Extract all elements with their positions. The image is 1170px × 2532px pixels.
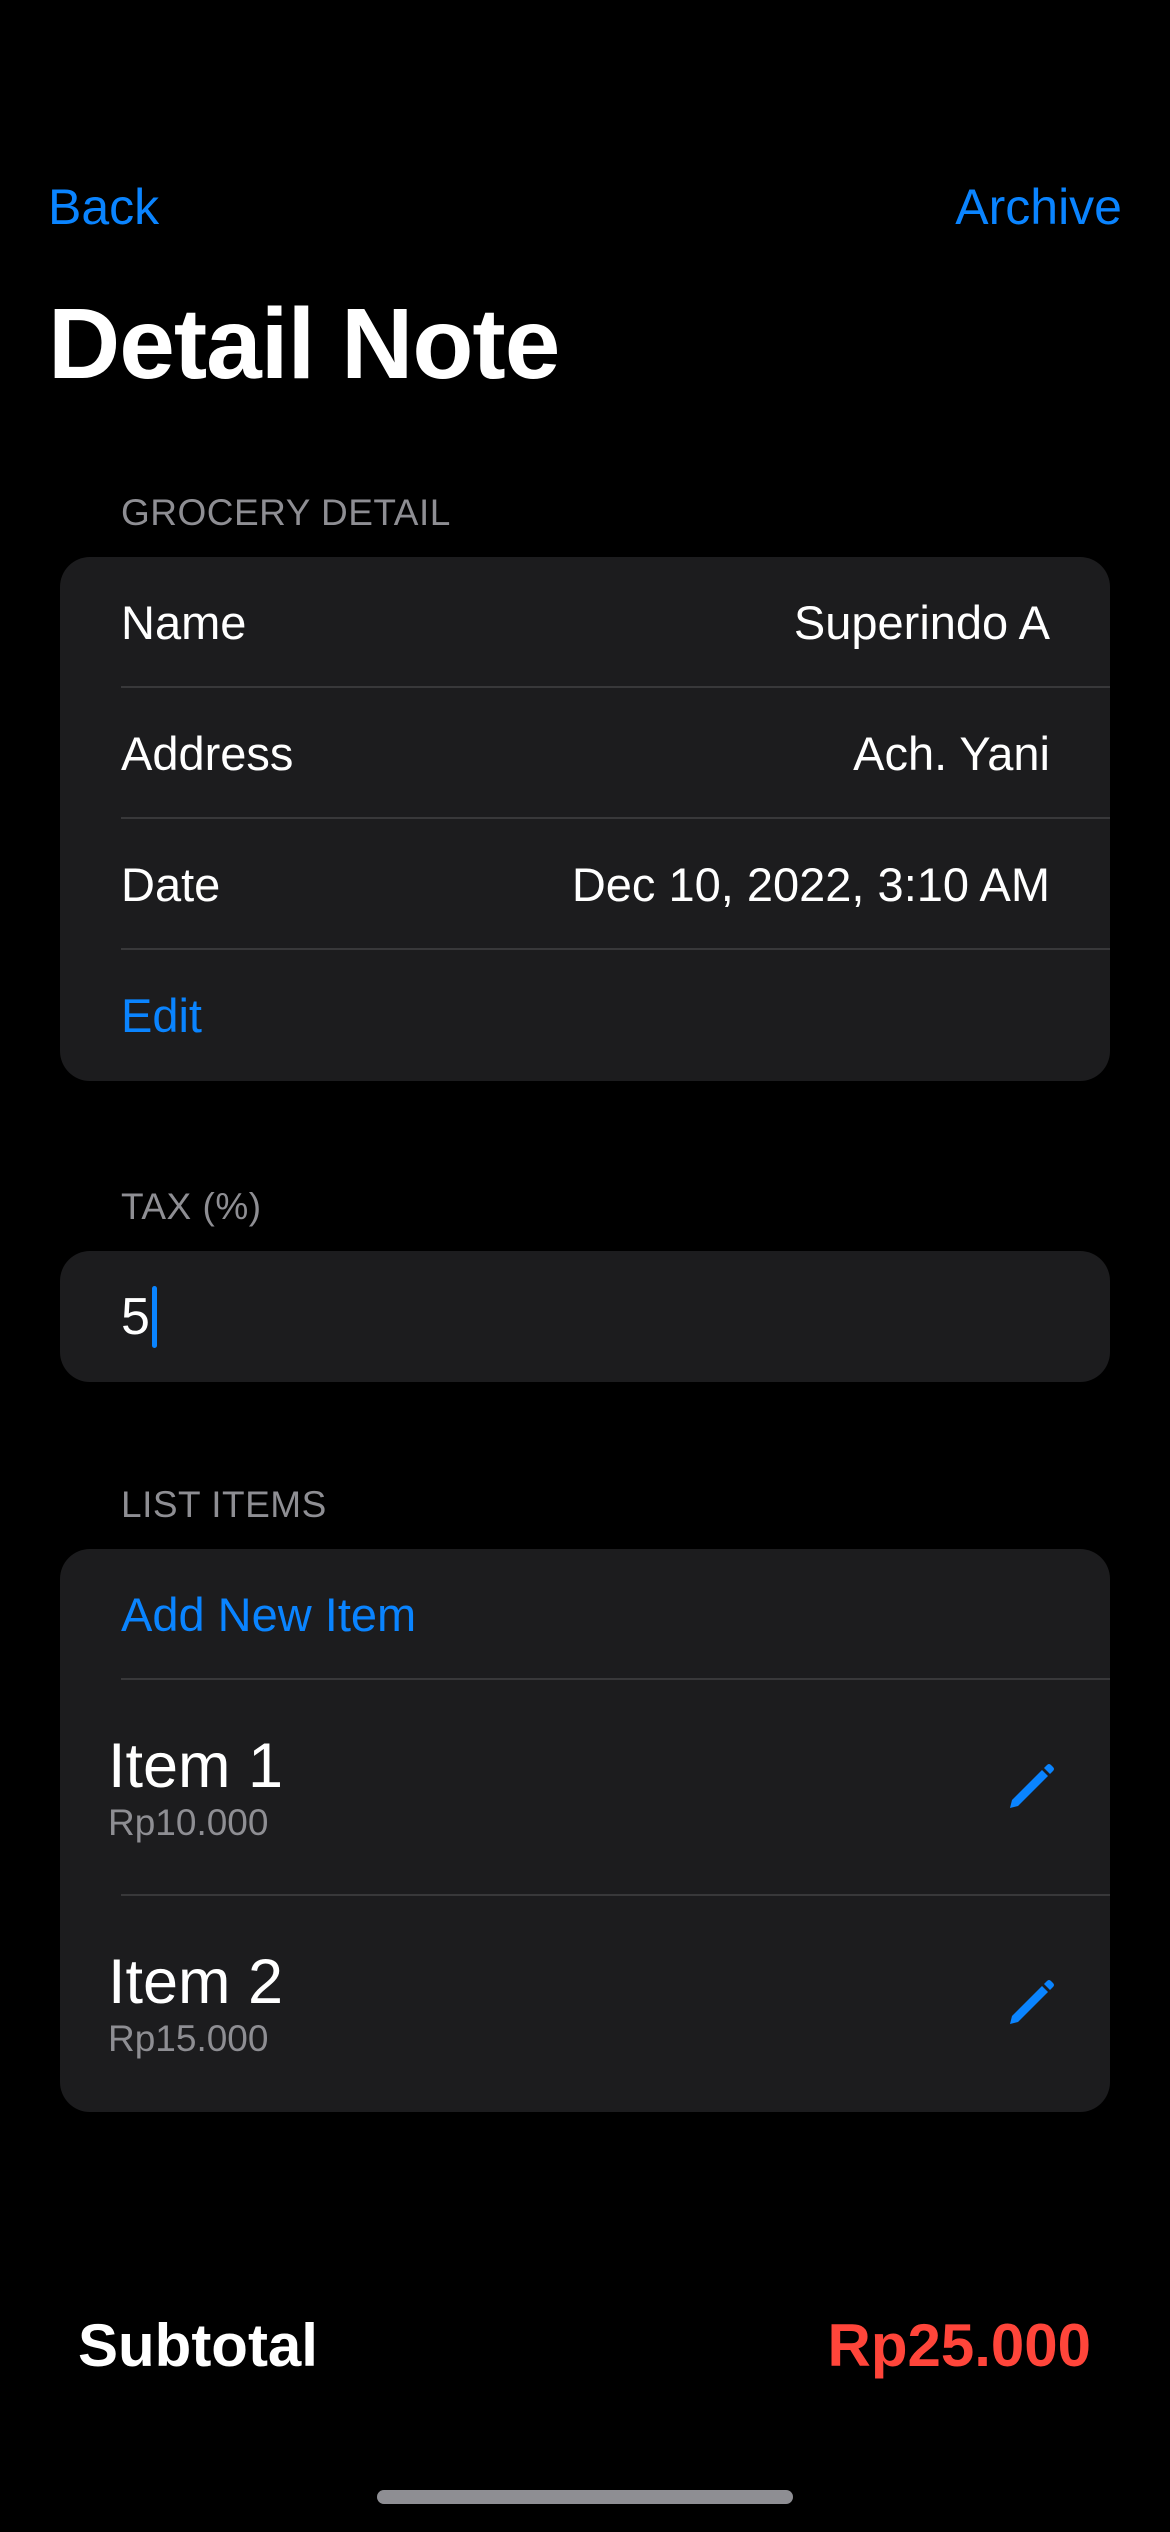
- date-label: Date: [121, 858, 221, 911]
- date-value: Dec 10, 2022, 3:10 AM: [571, 858, 1050, 911]
- edit-button[interactable]: Edit: [121, 988, 202, 1043]
- add-item-row[interactable]: Add New Item: [60, 1549, 1110, 1680]
- page-title: Detail Note: [48, 288, 560, 400]
- list-item[interactable]: Item 1 Rp10.000: [60, 1680, 1110, 1896]
- item-price: Rp10.000: [108, 1802, 269, 1843]
- list-item[interactable]: Item 2 Rp15.000: [60, 1896, 1110, 2112]
- address-value: Ach. Yani: [853, 727, 1050, 780]
- archive-button[interactable]: Archive: [955, 176, 1122, 238]
- date-row: Date Dec 10, 2022, 3:10 AM: [60, 819, 1110, 950]
- item-price: Rp15.000: [108, 2018, 269, 2059]
- item-name: Item 2: [108, 1947, 284, 2017]
- address-row: Address Ach. Yani: [60, 688, 1110, 819]
- list-items-header: LIST ITEMS: [121, 1484, 327, 1525]
- back-button[interactable]: Back: [48, 176, 159, 238]
- pencil-icon[interactable]: [1002, 1760, 1058, 1816]
- item-name: Item 1: [108, 1731, 284, 1801]
- edit-row[interactable]: Edit: [60, 950, 1110, 1081]
- text-cursor: [151, 1285, 157, 1348]
- address-label: Address: [121, 727, 294, 780]
- add-new-item-button[interactable]: Add New Item: [121, 1587, 416, 1642]
- name-value: Superindo A: [793, 596, 1050, 649]
- subtotal-label: Subtotal: [78, 2312, 318, 2379]
- tax-header: TAX (%): [121, 1186, 262, 1227]
- name-label: Name: [121, 596, 247, 649]
- list-items-card: Add New Item Item 1 Rp10.000 Item 2 Rp15…: [60, 1549, 1110, 2112]
- grocery-detail-card: Name Superindo A Address Ach. Yani Date …: [60, 557, 1110, 1081]
- pencil-icon[interactable]: [1002, 1976, 1058, 2032]
- subtotal-value: Rp25.000: [827, 2312, 1092, 2379]
- grocery-detail-header: GROCERY DETAIL: [121, 492, 451, 533]
- item-text: Item 1 Rp10.000: [108, 1731, 283, 1845]
- tax-card: 5: [60, 1251, 1110, 1382]
- home-indicator[interactable]: [377, 2490, 793, 2504]
- item-text: Item 2 Rp15.000: [108, 1947, 283, 2061]
- tax-input[interactable]: 5: [60, 1251, 1110, 1382]
- tax-input-value: 5: [121, 1287, 150, 1346]
- name-row: Name Superindo A: [60, 557, 1110, 688]
